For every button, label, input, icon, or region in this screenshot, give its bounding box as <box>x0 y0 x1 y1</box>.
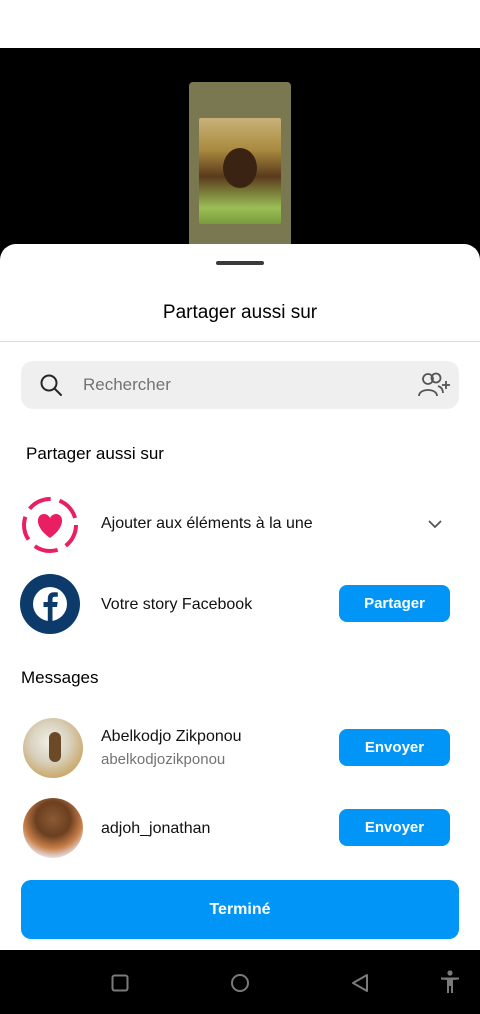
done-button[interactable]: Terminé <box>21 880 459 939</box>
home-circle-icon[interactable] <box>230 973 250 993</box>
avatar[interactable] <box>23 798 83 858</box>
messages-heading: Messages <box>21 668 99 687</box>
divider <box>0 341 480 342</box>
facebook-story-row: Votre story Facebook Partager <box>0 572 480 636</box>
search-bar[interactable] <box>21 361 459 409</box>
share-section-heading: Partager aussi sur <box>26 444 164 463</box>
status-bar <box>0 0 480 48</box>
story-preview-thumbnail <box>189 82 291 262</box>
contact-name: Abelkodjo Zikponou <box>101 728 242 745</box>
sheet-drag-handle[interactable] <box>216 261 264 265</box>
facebook-share-button[interactable]: Partager <box>339 585 450 622</box>
recents-square-icon[interactable] <box>111 974 129 992</box>
search-input[interactable] <box>83 361 403 409</box>
send-button[interactable]: Envoyer <box>339 809 450 846</box>
highlights-row[interactable]: Ajouter aux éléments à la une <box>0 490 480 558</box>
chevron-down-icon[interactable] <box>427 519 443 529</box>
back-triangle-icon[interactable] <box>350 973 370 993</box>
story-photo <box>199 118 281 224</box>
facebook-story-label: Votre story Facebook <box>101 596 253 613</box>
sheet-title: Partager aussi sur <box>162 302 318 323</box>
contact-name: adjoh_jonathan <box>101 820 211 837</box>
facebook-icon <box>20 574 80 634</box>
share-bottom-sheet: Partager aussi sur Partager aussi sur Aj… <box>0 244 480 950</box>
add-people-icon[interactable] <box>417 371 451 399</box>
highlight-heart-icon <box>22 497 78 553</box>
contact-username: abelkodjozikponou <box>101 751 226 768</box>
avatar[interactable] <box>23 718 83 778</box>
send-button[interactable]: Envoyer <box>339 729 450 766</box>
highlights-label: Ajouter aux éléments à la une <box>101 515 313 532</box>
system-nav-bar <box>0 950 480 1014</box>
contact-row: adjoh_jonathan Envoyer <box>0 796 480 860</box>
search-icon <box>40 374 62 396</box>
contact-row: Abelkodjo Zikponou abelkodjozikponou Env… <box>0 716 480 780</box>
accessibility-icon[interactable] <box>439 970 461 994</box>
